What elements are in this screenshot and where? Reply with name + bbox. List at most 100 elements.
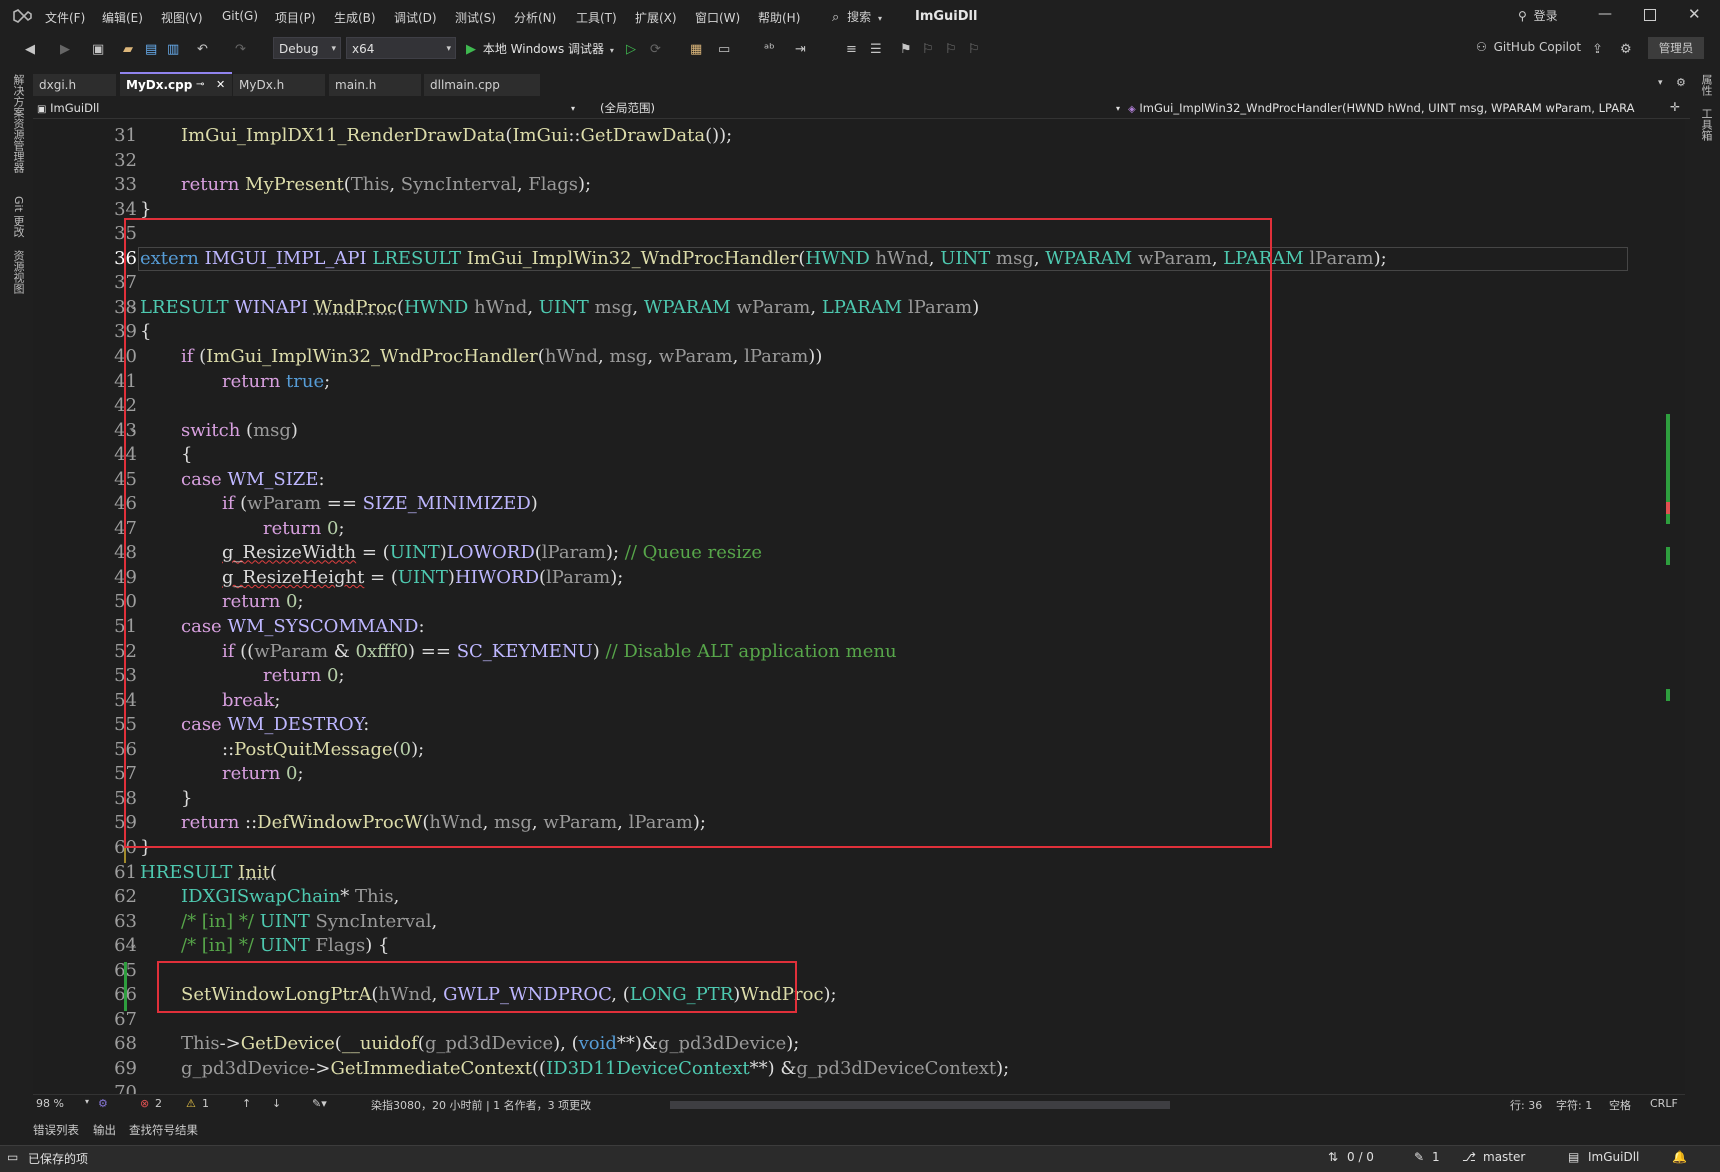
- start-debug-button[interactable]: ▶ 本地 Windows 调试器 ▾: [466, 40, 614, 57]
- code-line[interactable]: HRESULT Init(: [140, 862, 277, 883]
- gear-icon[interactable]: ⚙: [1676, 76, 1686, 89]
- toolbox-tab[interactable]: 工具箱: [1698, 108, 1714, 141]
- menu-help[interactable]: 帮助(H): [758, 9, 800, 26]
- code-line[interactable]: This->GetDevice(__uuidof(g_pd3dDevice), …: [181, 1033, 799, 1054]
- menu-edit[interactable]: 编辑(E): [102, 9, 143, 26]
- member-dropdown[interactable]: ◈ ImGui_ImplWin32_WndProcHandler(HWND hW…: [1128, 100, 1666, 117]
- edit-count[interactable]: 1: [1432, 1150, 1440, 1164]
- save-all-icon[interactable]: ▥: [167, 42, 179, 57]
- search-button[interactable]: ⌕ 搜索 ▾: [832, 8, 882, 26]
- redo-icon[interactable]: ↷: [235, 42, 246, 57]
- bookmark-clear-icon[interactable]: ⚐: [968, 42, 980, 57]
- pin-icon[interactable]: ⊸: [196, 74, 204, 96]
- solution-explorer-tab[interactable]: 解决方案资源管理器: [10, 74, 26, 173]
- share-icon[interactable]: ⇪: [1592, 42, 1603, 57]
- repo-name[interactable]: ImGuiDll: [1588, 1150, 1639, 1164]
- indent-indicator[interactable]: 空格: [1609, 1097, 1631, 1113]
- error-count[interactable]: 2: [155, 1097, 162, 1110]
- code-line[interactable]: /* [in] */ UINT SyncInterval,: [181, 911, 437, 932]
- tab-overflow-icon[interactable]: ▾: [1658, 78, 1663, 88]
- menu-analyze[interactable]: 分析(N): [514, 9, 556, 26]
- folder-icon[interactable]: ▦: [690, 42, 702, 57]
- step-icon[interactable]: ⇥: [795, 42, 806, 57]
- code-line[interactable]: IDXGISwapChain* This,: [181, 886, 399, 907]
- code-line[interactable]: /* [in] */ UINT Flags) {: [181, 935, 389, 956]
- config-dropdown[interactable]: Debug ▾: [273, 37, 341, 59]
- menu-git[interactable]: Git(G): [222, 9, 258, 23]
- new-project-icon[interactable]: ▣: [92, 42, 104, 57]
- bookmark-next-icon[interactable]: ⚐: [945, 42, 957, 57]
- chevron-down-icon[interactable]: ▾: [85, 1097, 89, 1106]
- forward-icon[interactable]: ▶: [60, 42, 70, 57]
- health-icon[interactable]: ⚙: [98, 1097, 108, 1110]
- vs-logo-icon[interactable]: [12, 6, 34, 26]
- menu-build[interactable]: 生成(B): [334, 9, 376, 26]
- vertical-scrollbar[interactable]: [1663, 119, 1679, 1096]
- pencil-icon[interactable]: ✎: [1414, 1150, 1424, 1164]
- bookmark-prev-icon[interactable]: ⚐: [922, 42, 934, 57]
- hot-reload-icon[interactable]: ⟳: [650, 42, 661, 57]
- menu-extensions[interactable]: 扩展(X): [635, 9, 677, 26]
- start-without-debug-icon[interactable]: ▷: [626, 42, 636, 57]
- zoom-level[interactable]: 98 %: [36, 1097, 64, 1110]
- code-editor[interactable]: 3132333435363738394041424344454647484950…: [33, 119, 1685, 1096]
- repo-icon[interactable]: ▤: [1568, 1150, 1579, 1164]
- feedback-icon[interactable]: ⚙: [1620, 42, 1632, 57]
- notifications-icon[interactable]: 🔔: [1672, 1150, 1687, 1164]
- close-window-button[interactable]: ✕: [1688, 5, 1701, 23]
- menu-debug[interactable]: 调试(D): [394, 9, 437, 26]
- line-indicator[interactable]: 行: 36: [1510, 1097, 1542, 1113]
- brush-icon[interactable]: ✎▾: [312, 1097, 327, 1110]
- warning-icon[interactable]: ⚠: [186, 1097, 196, 1110]
- scope-dropdown[interactable]: (全局范围) ▾: [600, 100, 1120, 117]
- tab-mydx-cpp[interactable]: MyDx.cpp ⊸ ✕: [120, 72, 232, 96]
- close-icon[interactable]: ✕: [216, 74, 225, 96]
- browser-icon[interactable]: ▭: [718, 42, 730, 57]
- tab-mydx-h[interactable]: MyDx.h: [233, 74, 325, 96]
- tab-error-list[interactable]: 错误列表: [33, 1122, 79, 1138]
- fold-toggle-icon[interactable]: ⌄: [129, 939, 137, 950]
- menu-tools[interactable]: 工具(T): [576, 9, 617, 26]
- branch-name[interactable]: master: [1483, 1150, 1525, 1164]
- tab-find-symbol-results[interactable]: 查找符号结果: [129, 1122, 198, 1138]
- code-line[interactable]: return MyPresent(This, SyncInterval, Fla…: [181, 174, 591, 195]
- minimize-button[interactable]: —: [1598, 6, 1612, 22]
- menu-test[interactable]: 测试(S): [455, 9, 496, 26]
- tab-dxgi-h[interactable]: dxgi.h: [33, 74, 116, 96]
- save-icon[interactable]: ▤: [145, 42, 157, 57]
- copilot-button[interactable]: ⚇ GitHub Copilot: [1476, 40, 1581, 54]
- spellcheck-icon[interactable]: ᵃᵇ: [764, 42, 775, 57]
- code-line[interactable]: ImGui_ImplDX11_RenderDrawData(ImGui::Get…: [181, 125, 732, 146]
- resource-view-tab[interactable]: 资源视图: [10, 250, 26, 294]
- eol-indicator[interactable]: CRLF: [1650, 1097, 1678, 1110]
- warning-count[interactable]: 1: [202, 1097, 209, 1110]
- undo-icon[interactable]: ↶: [197, 42, 208, 57]
- format-icon[interactable]: ≡: [846, 42, 857, 57]
- menu-window[interactable]: 窗口(W): [695, 9, 740, 26]
- blame-info[interactable]: 染指3080，20 小时前 | 1 名作者，3 项更改: [371, 1097, 591, 1113]
- arrow-up-icon[interactable]: ↑: [242, 1097, 251, 1110]
- open-folder-icon[interactable]: ▰: [123, 42, 133, 57]
- menu-file[interactable]: 文件(F): [45, 9, 85, 26]
- code-line[interactable]: g_pd3dDevice->GetImmediateContext((ID3D1…: [181, 1058, 1009, 1079]
- menu-view[interactable]: 视图(V): [161, 9, 203, 26]
- properties-tab[interactable]: 属性: [1698, 74, 1714, 96]
- back-icon[interactable]: ◀: [25, 42, 35, 57]
- menu-project[interactable]: 项目(P): [275, 9, 316, 26]
- platform-dropdown[interactable]: x64 ▾: [346, 37, 456, 59]
- branch-icon[interactable]: ⎇: [1462, 1150, 1476, 1164]
- login-button[interactable]: ⚲ 登录: [1518, 7, 1558, 24]
- split-icon[interactable]: ✛: [1670, 100, 1680, 114]
- horizontal-scrollbar[interactable]: [670, 1101, 1170, 1109]
- bookmark-icon[interactable]: ⚑: [900, 42, 912, 57]
- sync-icon[interactable]: ⇅: [1328, 1150, 1338, 1164]
- error-icon[interactable]: ⊗: [140, 1097, 149, 1110]
- tab-output[interactable]: 输出: [93, 1122, 116, 1138]
- tab-main-h[interactable]: main.h: [329, 74, 421, 96]
- comment-icon[interactable]: ☰: [870, 42, 882, 57]
- project-dropdown[interactable]: ▣ ImGuiDll ▾: [37, 100, 575, 117]
- code-line[interactable]: }: [140, 199, 151, 220]
- sync-count[interactable]: 0 / 0: [1347, 1150, 1374, 1164]
- git-changes-tab[interactable]: Git 更改: [10, 196, 26, 237]
- maximize-button[interactable]: [1644, 9, 1656, 21]
